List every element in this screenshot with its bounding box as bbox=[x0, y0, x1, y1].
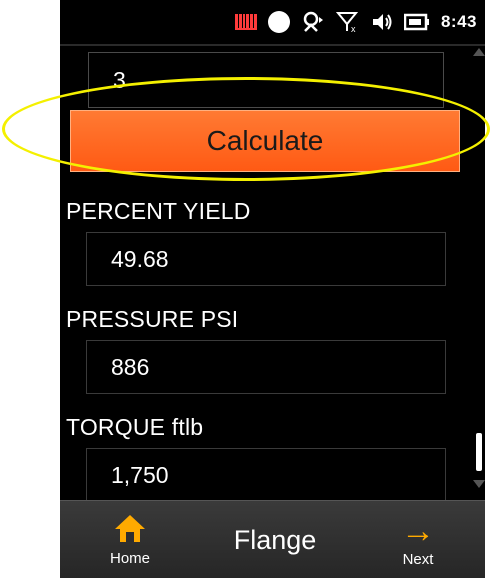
torque-value: 1,750 bbox=[111, 461, 169, 488]
next-label: Next bbox=[402, 551, 434, 568]
no-signal-icon: x bbox=[335, 11, 360, 33]
pressure-field: 886 bbox=[86, 340, 446, 394]
phone-screen: x 8:43 3 Calculate PERCENT YIELD 49.68 P… bbox=[60, 0, 485, 578]
home-button[interactable]: Home bbox=[100, 513, 160, 575]
percent-yield-value: 49.68 bbox=[111, 245, 169, 272]
next-button[interactable]: → Next bbox=[388, 513, 448, 575]
svg-text:x: x bbox=[351, 24, 356, 33]
pressure-value: 886 bbox=[111, 353, 150, 380]
torque-label: TORQUE ftlb bbox=[66, 414, 204, 440]
input-value: 3 bbox=[113, 66, 126, 93]
status-bar: x 8:43 bbox=[60, 0, 485, 44]
home-label: Home bbox=[109, 550, 150, 567]
scroll-thumb[interactable] bbox=[476, 433, 482, 471]
signal-bars-icon bbox=[234, 11, 257, 33]
form-area: 3 Calculate PERCENT YIELD 49.68 PRESSURE… bbox=[60, 46, 470, 502]
clock: 8:43 bbox=[440, 12, 477, 31]
arrow-right-icon: → bbox=[401, 512, 435, 550]
percent-yield-label: PERCENT YIELD bbox=[66, 198, 251, 224]
pressure-label: PRESSURE PSI bbox=[66, 306, 239, 332]
page-title: Flange bbox=[233, 525, 317, 555]
speaker-icon bbox=[371, 11, 393, 33]
sync-icon bbox=[301, 11, 325, 33]
bottom-bar: Home Flange → Next bbox=[60, 500, 485, 578]
input-field[interactable]: 3 bbox=[88, 52, 444, 108]
dot-icon bbox=[267, 11, 290, 33]
battery-icon bbox=[403, 11, 430, 33]
torque-field: 1,750 bbox=[86, 448, 446, 502]
scroll-up-icon[interactable] bbox=[473, 48, 485, 56]
percent-yield-field: 49.68 bbox=[86, 232, 446, 286]
scroll-down-icon[interactable] bbox=[473, 480, 485, 488]
calculate-button[interactable]: Calculate bbox=[70, 110, 460, 172]
home-icon bbox=[115, 515, 145, 542]
scrollbar[interactable] bbox=[473, 48, 485, 488]
